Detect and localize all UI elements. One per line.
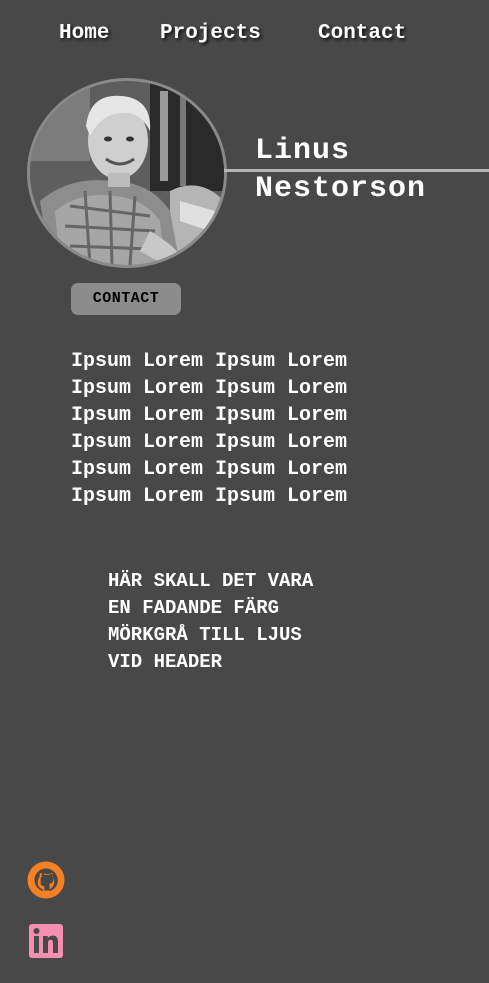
linkedin-link[interactable] bbox=[27, 922, 65, 960]
first-name: Linus bbox=[255, 134, 351, 168]
nav-link-projects[interactable]: Projects bbox=[160, 20, 261, 48]
intro-line: Ipsum Lorem Ipsum Lorem bbox=[71, 431, 348, 454]
linkedin-icon bbox=[29, 924, 63, 958]
profile-photo-image bbox=[30, 81, 224, 265]
intro-line: Ipsum Lorem Ipsum Lorem bbox=[71, 350, 348, 373]
intro-line: Ipsum Lorem Ipsum Lorem bbox=[71, 485, 348, 508]
note-line: MÖRKGRÅ TILL LJUS bbox=[108, 624, 302, 646]
nav-link-home[interactable]: Home bbox=[59, 20, 109, 48]
note-line: HÄR SKALL DET VARA bbox=[108, 570, 314, 592]
profile-photo bbox=[27, 78, 227, 268]
intro-line: Ipsum Lorem Ipsum Lorem bbox=[71, 377, 348, 400]
note-line: EN FADANDE FÄRG bbox=[108, 597, 280, 619]
intro-line: Ipsum Lorem Ipsum Lorem bbox=[71, 458, 348, 481]
note-line: VID HEADER bbox=[108, 651, 223, 673]
intro-text: Ipsum Lorem Ipsum Lorem Ipsum Lorem Ipsu… bbox=[71, 348, 471, 510]
top-nav: Home Projects Contact bbox=[0, 20, 489, 50]
last-name: Nestorson bbox=[255, 172, 427, 206]
design-note: HÄR SKALL DET VARA EN FADANDE FÄRG MÖRKG… bbox=[108, 568, 468, 676]
profile-name: Linus Nestorson bbox=[255, 132, 426, 208]
github-icon bbox=[27, 861, 65, 899]
github-link[interactable] bbox=[27, 861, 65, 899]
nav-link-contact[interactable]: Contact bbox=[318, 20, 406, 48]
intro-line: Ipsum Lorem Ipsum Lorem bbox=[71, 404, 348, 427]
contact-button[interactable]: CONTACT bbox=[71, 283, 181, 315]
